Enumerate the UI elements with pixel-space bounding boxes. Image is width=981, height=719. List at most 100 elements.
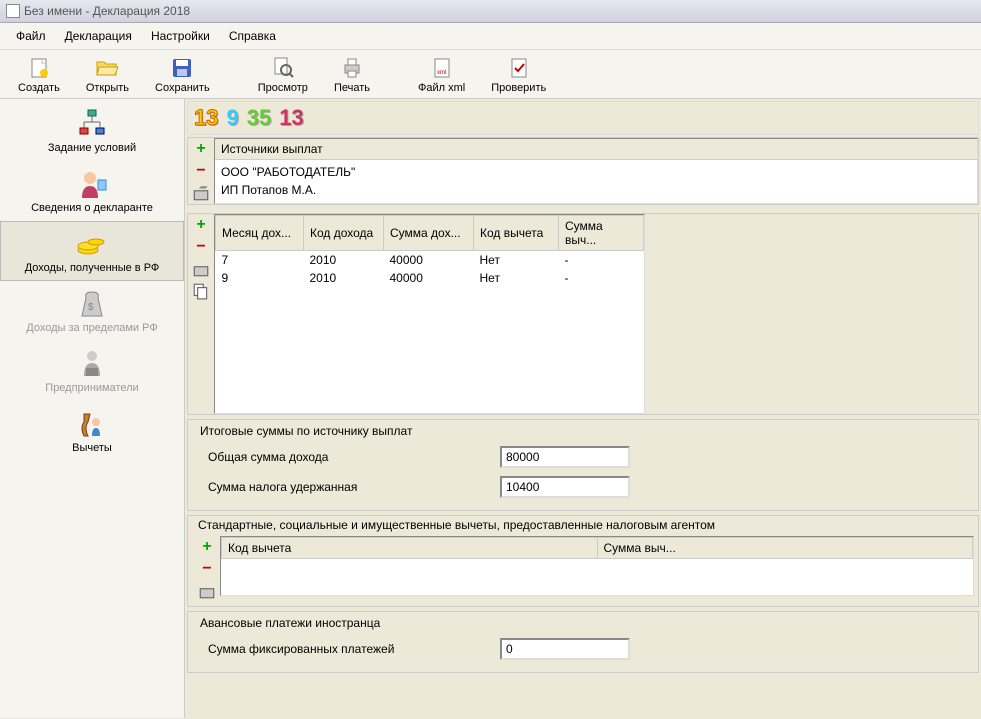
xml-button[interactable]: xml Файл xml: [406, 54, 477, 96]
copy-income-button[interactable]: [192, 282, 210, 300]
sources-panel: + − Источники выплат ООО "РАБОТОДАТЕЛЬ" …: [187, 137, 979, 205]
advance-input[interactable]: [500, 638, 630, 660]
businessman-icon: [76, 348, 108, 380]
menu-help[interactable]: Справка: [221, 27, 284, 45]
advance-fieldset: Авансовые платежи иностранца Сумма фикси…: [187, 611, 979, 673]
tax-rate-tabs: 13 9 35 13: [187, 101, 979, 135]
income-grid[interactable]: Месяц дох... Код дохода Сумма дох... Код…: [215, 215, 644, 287]
sidebar-item-income-rf[interactable]: Доходы, полученные в РФ: [0, 221, 184, 281]
advance-label: Сумма фиксированных платежей: [208, 642, 488, 656]
floppy-icon: [170, 56, 194, 80]
sidebar-label-declarant: Сведения о декларанте: [31, 202, 153, 214]
content-area: 13 9 35 13 + − Источники выплат ООО "РАБ…: [185, 99, 981, 718]
xml-label: Файл xml: [418, 82, 465, 94]
copy-icon: [192, 282, 210, 300]
income-panel: + − Месяц дох... Код дохода Сумма дох...: [187, 213, 979, 415]
save-button[interactable]: Сохранить: [143, 54, 222, 96]
income-actions: + −: [188, 214, 214, 414]
deductions-title: Стандартные, социальные и имущественные …: [194, 518, 719, 532]
sidebar-label-income-rf: Доходы, полученные в РФ: [25, 262, 160, 274]
toolbar: Создать Открыть Сохранить Просмотр Печат…: [0, 50, 981, 99]
bag-icon: $: [76, 288, 108, 320]
printer-icon: [340, 56, 364, 80]
edit-source-button[interactable]: [192, 184, 210, 202]
menu-settings[interactable]: Настройки: [143, 27, 218, 45]
vase-icon: [76, 408, 108, 440]
deductions-actions: + −: [194, 536, 220, 602]
rate-tab-13-yellow[interactable]: 13: [191, 105, 221, 131]
edit-deduction-button[interactable]: [198, 582, 216, 600]
edit-income-button[interactable]: [192, 260, 210, 278]
print-button[interactable]: Печать: [322, 54, 382, 96]
rate-tab-35[interactable]: 35: [244, 105, 274, 131]
ded-col-sum[interactable]: Сумма выч...: [597, 538, 973, 559]
edit-icon: [192, 260, 210, 278]
check-label: Проверить: [491, 82, 546, 94]
new-file-icon: [27, 56, 51, 80]
window-title: Без имени - Декларация 2018: [24, 4, 190, 18]
remove-deduction-button[interactable]: −: [198, 560, 216, 578]
col-dcode[interactable]: Код вычета: [474, 216, 559, 251]
sources-list[interactable]: ООО "РАБОТОДАТЕЛЬ" ИП Потапов М.А.: [215, 160, 977, 202]
check-file-icon: [507, 56, 531, 80]
sources-header: Источники выплат: [215, 139, 977, 160]
rate-tab-9[interactable]: 9: [223, 105, 241, 131]
advance-title: Авансовые платежи иностранца: [196, 616, 384, 630]
sidebar-item-conditions[interactable]: Задание условий: [0, 101, 184, 161]
deductions-grid[interactable]: Код вычета Сумма выч...: [221, 537, 973, 559]
print-label: Печать: [334, 82, 370, 94]
create-button[interactable]: Создать: [6, 54, 72, 96]
edit-icon: [198, 582, 216, 600]
col-code[interactable]: Код дохода: [304, 216, 384, 251]
sidebar-label-deductions: Вычеты: [72, 442, 112, 454]
xml-file-icon: xml: [430, 56, 454, 80]
source-row-0[interactable]: ООО "РАБОТОДАТЕЛЬ": [221, 163, 971, 181]
total-income-label: Общая сумма дохода: [208, 450, 488, 464]
tax-withheld-label: Сумма налога удержанная: [208, 480, 488, 494]
add-deduction-button[interactable]: +: [198, 538, 216, 556]
save-label: Сохранить: [155, 82, 210, 94]
total-income-input[interactable]: [500, 446, 630, 468]
svg-text:xml: xml: [437, 70, 446, 76]
create-label: Создать: [18, 82, 60, 94]
tax-withheld-input[interactable]: [500, 476, 630, 498]
sidebar-item-deductions[interactable]: Вычеты: [0, 401, 184, 461]
col-sum[interactable]: Сумма дох...: [384, 216, 474, 251]
sidebar-label-income-abroad: Доходы за пределами РФ: [26, 322, 157, 334]
sidebar-item-entrepreneurs[interactable]: Предприниматели: [0, 341, 184, 401]
sources-actions: + −: [188, 138, 214, 204]
menu-file[interactable]: Файл: [8, 27, 54, 45]
income-row-1[interactable]: 9 2010 40000 Нет -: [216, 269, 644, 287]
remove-source-button[interactable]: −: [192, 162, 210, 180]
totals-fieldset: Итоговые суммы по источнику выплат Общая…: [187, 419, 979, 511]
sidebar-item-income-abroad[interactable]: $ Доходы за пределами РФ: [0, 281, 184, 341]
sidebar-label-entrepreneurs: Предприниматели: [45, 382, 138, 394]
preview-label: Просмотр: [258, 82, 308, 94]
source-row-1[interactable]: ИП Потапов М.А.: [221, 181, 971, 199]
coins-icon: [76, 228, 108, 260]
remove-income-button[interactable]: −: [192, 238, 210, 256]
open-button[interactable]: Открыть: [74, 54, 141, 96]
person-icon: [76, 168, 108, 200]
income-row-0[interactable]: 7 2010 40000 Нет -: [216, 251, 644, 270]
menu-declaration[interactable]: Декларация: [57, 27, 140, 45]
check-button[interactable]: Проверить: [479, 54, 558, 96]
totals-title: Итоговые суммы по источнику выплат: [196, 424, 416, 438]
svg-text:$: $: [88, 302, 94, 313]
add-income-button[interactable]: +: [192, 216, 210, 234]
sidebar-item-declarant[interactable]: Сведения о декларанте: [0, 161, 184, 221]
menu-bar: Файл Декларация Настройки Справка: [0, 23, 981, 50]
app-icon: [6, 4, 20, 18]
preview-button[interactable]: Просмотр: [246, 54, 320, 96]
magnifier-icon: [271, 56, 295, 80]
hierarchy-icon: [76, 108, 108, 140]
title-bar: Без имени - Декларация 2018: [0, 0, 981, 23]
sidebar-label-conditions: Задание условий: [48, 142, 136, 154]
col-dsum[interactable]: Сумма выч...: [559, 216, 644, 251]
col-month[interactable]: Месяц дох...: [216, 216, 304, 251]
add-source-button[interactable]: +: [192, 140, 210, 158]
sidebar: Задание условий Сведения о декларанте До…: [0, 99, 185, 718]
ded-col-code[interactable]: Код вычета: [222, 538, 598, 559]
open-label: Открыть: [86, 82, 129, 94]
rate-tab-13-red[interactable]: 13: [276, 105, 306, 131]
